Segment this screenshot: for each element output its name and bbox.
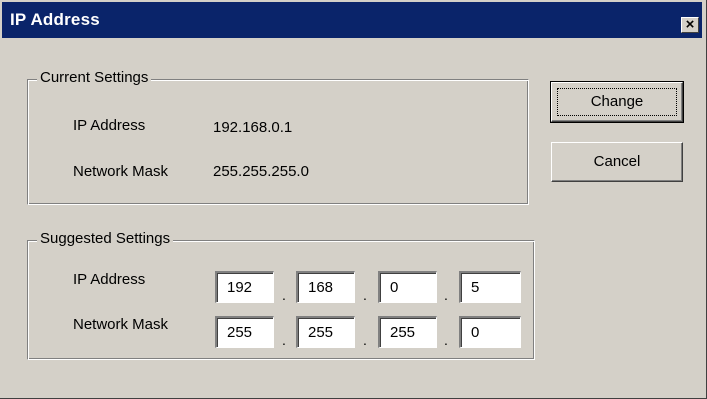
suggested-ip-label: IP Address [73,271,146,288]
suggested-settings-label: Suggested Settings [37,230,174,247]
ip-address-dialog: IP Address × Current Settings IP Address… [0,0,707,399]
cancel-button[interactable]: Cancel [551,142,683,182]
mask-separator: . [444,332,448,348]
mask-octet-2-input[interactable]: 255 [296,316,355,348]
ip-separator: . [282,287,286,303]
close-icon[interactable]: × [681,17,699,33]
mask-octet-1-input[interactable]: 255 [215,316,274,348]
ip-octet-3-input[interactable]: 0 [378,271,437,303]
current-ip-label: IP Address [73,117,146,134]
change-button-label: Change [557,88,677,116]
ip-octet-1-input[interactable]: 192 [215,271,274,303]
ip-octet-2-input[interactable]: 168 [296,271,355,303]
ip-octet-4-input[interactable]: 5 [459,271,521,303]
current-settings-label: Current Settings [37,69,152,86]
title-bar[interactable]: IP Address × [2,2,702,38]
current-mask-label: Network Mask [73,163,169,180]
ip-separator: . [363,287,367,303]
current-ip-value: 192.168.0.1 [213,119,293,136]
mask-separator: . [363,332,367,348]
mask-octet-3-input[interactable]: 255 [378,316,437,348]
mask-octet-4-input[interactable]: 0 [459,316,521,348]
current-mask-value: 255.255.255.0 [213,163,309,180]
change-button[interactable]: Change [550,81,684,123]
suggested-mask-label: Network Mask [73,316,169,333]
current-settings-group [27,79,529,205]
mask-separator: . [282,332,286,348]
ip-separator: . [444,287,448,303]
window-title: IP Address [10,10,100,29]
